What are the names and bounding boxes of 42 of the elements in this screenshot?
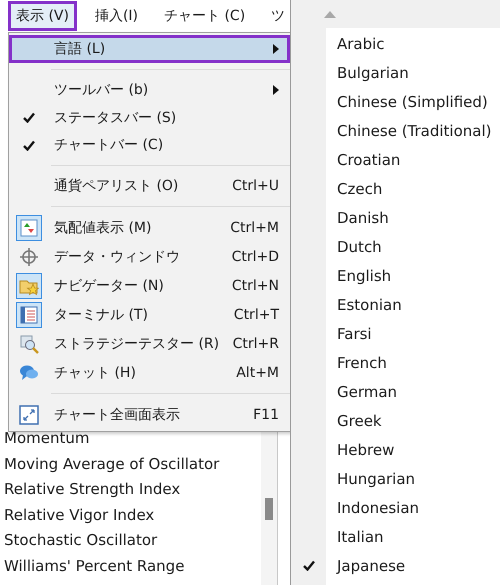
language-item[interactable]: Estonian bbox=[291, 290, 500, 319]
indicator-item[interactable]: Relative Vigor Index bbox=[0, 502, 261, 528]
menu-title[interactable]: チャート (C) bbox=[156, 1, 254, 31]
menu-item[interactable]: 言語 (L) bbox=[9, 35, 290, 63]
menu-title[interactable]: 挿入(I) bbox=[86, 1, 146, 31]
indicator-item[interactable]: Relative Strength Index bbox=[0, 477, 261, 502]
language-item[interactable]: Farsi bbox=[291, 319, 500, 348]
language-item[interactable]: Dutch bbox=[291, 232, 500, 261]
language-item[interactable]: Hebrew bbox=[291, 435, 500, 464]
language-item[interactable]: Bulgarian bbox=[291, 58, 500, 87]
language-item[interactable]: Croatian bbox=[291, 145, 500, 174]
language-item[interactable]: French bbox=[291, 348, 500, 377]
language-item[interactable]: Indonesian bbox=[291, 493, 500, 522]
menu-item[interactable]: 通貨ペアリスト (O) Ctrl+U bbox=[9, 172, 290, 200]
menu-title[interactable]: 表示 (V) bbox=[8, 1, 77, 31]
menu-title[interactable]: ツ bbox=[263, 1, 294, 31]
menu-item[interactable]: ターミナル (T) Ctrl+T bbox=[9, 300, 290, 330]
language-item[interactable]: Japanese bbox=[291, 551, 500, 580]
menu-item[interactable]: チャート全画面表示 F11 bbox=[9, 400, 290, 430]
language-item[interactable]: German bbox=[291, 377, 500, 406]
menu-item[interactable]: ステータスバー (S) bbox=[9, 104, 290, 132]
language-item[interactable]: Chinese (Simplified) bbox=[291, 87, 500, 116]
menu-item[interactable]: チャット (H) Alt+M bbox=[9, 358, 290, 388]
indicator-item[interactable]: Moving Average of Oscillator bbox=[0, 452, 261, 477]
menu-item[interactable]: ストラテジーテスター (R) Ctrl+R bbox=[9, 329, 290, 358]
scroll-up-icon[interactable] bbox=[324, 10, 336, 18]
indicator-item[interactable]: Stochastic Oscillator bbox=[0, 528, 261, 554]
scrollbar-thumb[interactable] bbox=[265, 498, 273, 520]
language-item[interactable]: Hungarian bbox=[291, 464, 500, 493]
language-item[interactable]: Greek bbox=[291, 406, 500, 435]
menu-item[interactable]: データ・ウィンドウ Ctrl+D bbox=[9, 242, 290, 272]
indicator-item[interactable]: Williams' Percent Range bbox=[0, 554, 261, 579]
menu-item[interactable]: ナビゲーター (N) Ctrl+N bbox=[9, 271, 290, 300]
menu-item[interactable]: ツールバー (b) bbox=[9, 76, 290, 104]
language-item[interactable]: Danish bbox=[291, 203, 500, 232]
language-item[interactable]: Arabic bbox=[291, 29, 500, 58]
language-item[interactable]: English bbox=[291, 261, 500, 290]
menu-item[interactable]: チャートバー (C) bbox=[9, 131, 290, 160]
language-item[interactable]: Italian bbox=[291, 522, 500, 551]
language-item[interactable]: Czech bbox=[291, 174, 500, 203]
language-item[interactable]: Chinese (Traditional) bbox=[291, 116, 500, 145]
menu-item[interactable]: 気配値表示 (M) Ctrl+M bbox=[9, 213, 290, 242]
